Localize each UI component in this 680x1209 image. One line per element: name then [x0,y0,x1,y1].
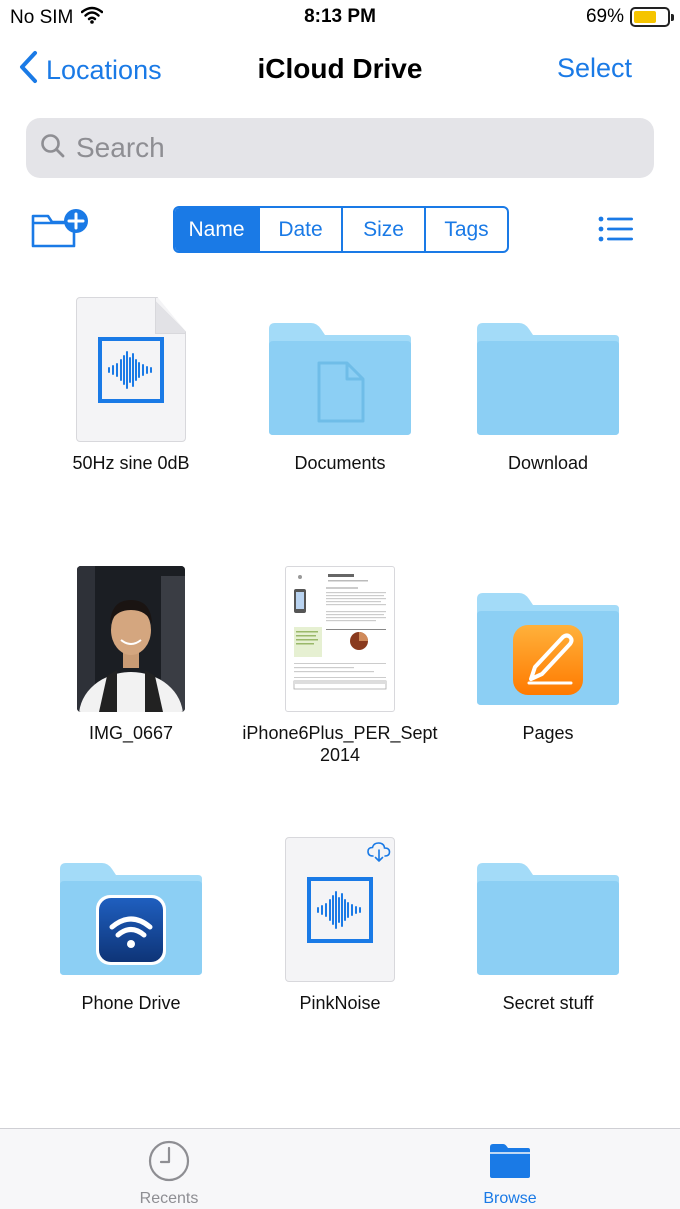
new-folder-button[interactable] [30,208,90,255]
list-view-button[interactable] [598,215,634,248]
phone-drive-folder-icon [58,861,204,982]
portrait-photo-graphic [77,566,185,712]
tab-browse[interactable]: Browse [440,1139,580,1208]
file-item-pinknoise[interactable]: PinkNoise [235,832,445,1014]
status-time: 8:13 PM [304,6,376,27]
folder-thumbnail [443,292,653,442]
battery-percent: 69% [585,6,624,27]
pdf-thumbnail [235,562,445,712]
folder-name-label: Documents [294,453,386,473]
file-name-label: IMG_0667 [88,723,174,743]
folder-name-label: Pages [522,723,574,743]
file-name-label: iPhone6Plus_PER_Sept2014 [242,723,438,765]
folder-item-phone-drive[interactable]: Phone Drive [26,832,236,1014]
search-icon [40,133,66,164]
pdf-page-graphic [293,574,387,690]
battery-fill [634,11,657,23]
folder-icon [475,861,621,982]
file-item-iphone6plus-pdf[interactable]: iPhone6Plus_PER_Sept2014 [235,562,445,766]
waveform-icon [307,876,373,943]
sort-by-name-segment[interactable]: Name [175,208,258,251]
sort-by-size-segment[interactable]: Size [341,208,424,251]
status-bar: No SIM 8:13 PM 69% [0,0,680,36]
file-item-50hz-sine[interactable]: 50Hz sine 0dB [26,292,236,474]
folder-thumbnail [235,292,445,442]
sort-by-date-segment[interactable]: Date [258,208,341,251]
tab-recents-label: Recents [139,1190,199,1207]
folder-filled-icon [488,1144,532,1187]
waveform-graphic [317,890,361,929]
folder-thumbnail [443,832,653,982]
clock-icon [147,1140,191,1187]
navigation-bar: Locations iCloud Drive Select [0,40,680,100]
folder-icon [475,321,621,442]
photo-thumbnail [26,562,236,712]
photo-image [77,566,185,712]
toolbar: Name Date Size Tags [0,200,680,260]
pdf-document-preview [285,566,395,712]
tab-browse-label: Browse [483,1190,537,1207]
search-bar[interactable] [26,118,654,178]
sort-by-tags-segment[interactable]: Tags [424,208,507,251]
page-fold [155,298,185,334]
list-icon [598,216,634,247]
folder-item-secret-stuff[interactable]: Secret stuff [443,832,653,1014]
search-input[interactable] [76,132,616,164]
folder-name-label: Secret stuff [502,993,594,1013]
tab-recents[interactable]: Recents [99,1139,239,1208]
audio-file-icon [76,297,186,442]
folder-item-download[interactable]: Download [443,292,653,474]
waveform-icon [98,336,164,403]
folder-thumbnail [443,562,653,712]
battery-icon [630,7,674,27]
folder-icon [267,321,413,442]
folder-item-pages[interactable]: Pages [443,562,653,744]
pages-folder-icon [475,591,621,712]
audio-file-thumbnail [235,832,445,982]
audio-file-thumbnail [26,292,236,442]
folder-name-label: Download [507,453,589,473]
folder-thumbnail [26,832,236,982]
folder-item-documents[interactable]: Documents [235,292,445,474]
folder-plus-icon [30,209,90,254]
waveform-graphic [108,350,152,389]
file-name-label: 50Hz sine 0dB [72,453,190,473]
file-item-img-0667[interactable]: IMG_0667 [26,562,236,744]
audio-file-icon [285,837,395,982]
sort-segmented-control: Name Date Size Tags [173,206,509,253]
tab-bar: Recents Browse [0,1128,680,1209]
status-right: 69% [585,6,674,28]
select-button[interactable]: Select [557,53,632,84]
folder-name-label: Phone Drive [81,993,181,1013]
cloud-download-icon [367,841,391,868]
file-name-label: PinkNoise [299,993,381,1013]
